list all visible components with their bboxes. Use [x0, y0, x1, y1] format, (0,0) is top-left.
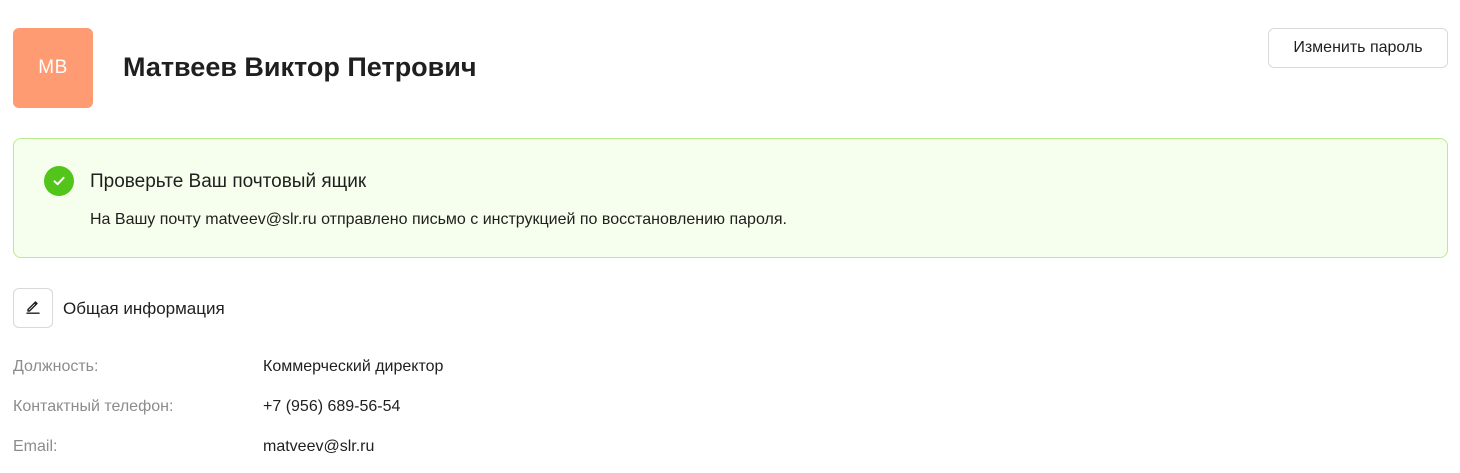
- success-alert: Проверьте Ваш почтовый ящик На Вашу почт…: [13, 138, 1448, 258]
- avatar: МВ: [13, 28, 93, 108]
- field-label: Контактный телефон:: [13, 398, 174, 415]
- section-title: Общая информация: [63, 299, 225, 318]
- alert-title: Проверьте Ваш почтовый ящик: [90, 171, 367, 192]
- info-row-email: Email: matveev@slr.ru: [13, 438, 713, 462]
- field-value: Коммерческий директор: [263, 358, 444, 375]
- change-password-button[interactable]: Изменить пароль: [1268, 28, 1448, 68]
- info-row-phone: Контактный телефон: +7 (956) 689-56-54: [13, 398, 713, 422]
- pencil-icon: [24, 297, 42, 320]
- check-circle-icon: [44, 166, 74, 196]
- field-value: +7 (956) 689-56-54: [263, 398, 401, 415]
- field-label: Email:: [13, 438, 58, 455]
- profile-header: МВ Матвеев Виктор Петрович Изменить паро…: [13, 28, 1448, 108]
- field-label: Должность:: [13, 358, 99, 375]
- info-row-position: Должность: Коммерческий директор: [13, 358, 713, 382]
- field-value: matveev@slr.ru: [263, 438, 375, 455]
- alert-description: На Вашу почту matveev@slr.ru отправлено …: [90, 211, 787, 228]
- page-title: Матвеев Виктор Петрович: [123, 52, 477, 82]
- edit-general-info-button[interactable]: [13, 288, 53, 328]
